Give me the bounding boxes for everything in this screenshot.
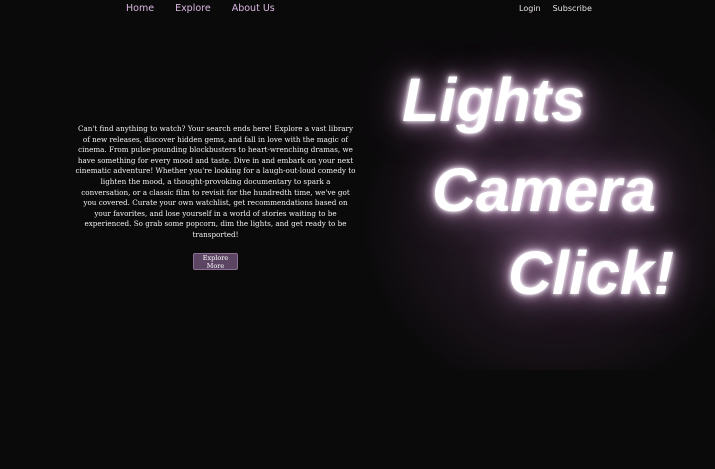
- nav-link-explore[interactable]: Explore: [175, 3, 211, 15]
- nav-link-home[interactable]: Home: [126, 3, 154, 15]
- primary-nav: Home Explore About Us: [126, 3, 296, 15]
- headline-lights: Lights: [402, 66, 585, 134]
- nav-link-login[interactable]: Login: [519, 3, 541, 15]
- nav-link-about-us[interactable]: About Us: [232, 3, 275, 15]
- hero-description: Can't find anything to watch? Your searc…: [75, 124, 356, 239]
- top-navbar: Home Explore About Us Login Subscribe: [0, 0, 715, 20]
- headline-camera: Camera: [432, 156, 656, 224]
- headline-click: Click!: [508, 239, 675, 307]
- account-nav: Login Subscribe: [519, 3, 604, 15]
- explore-more-button[interactable]: Explore More: [193, 253, 238, 270]
- nav-link-subscribe[interactable]: Subscribe: [553, 3, 592, 15]
